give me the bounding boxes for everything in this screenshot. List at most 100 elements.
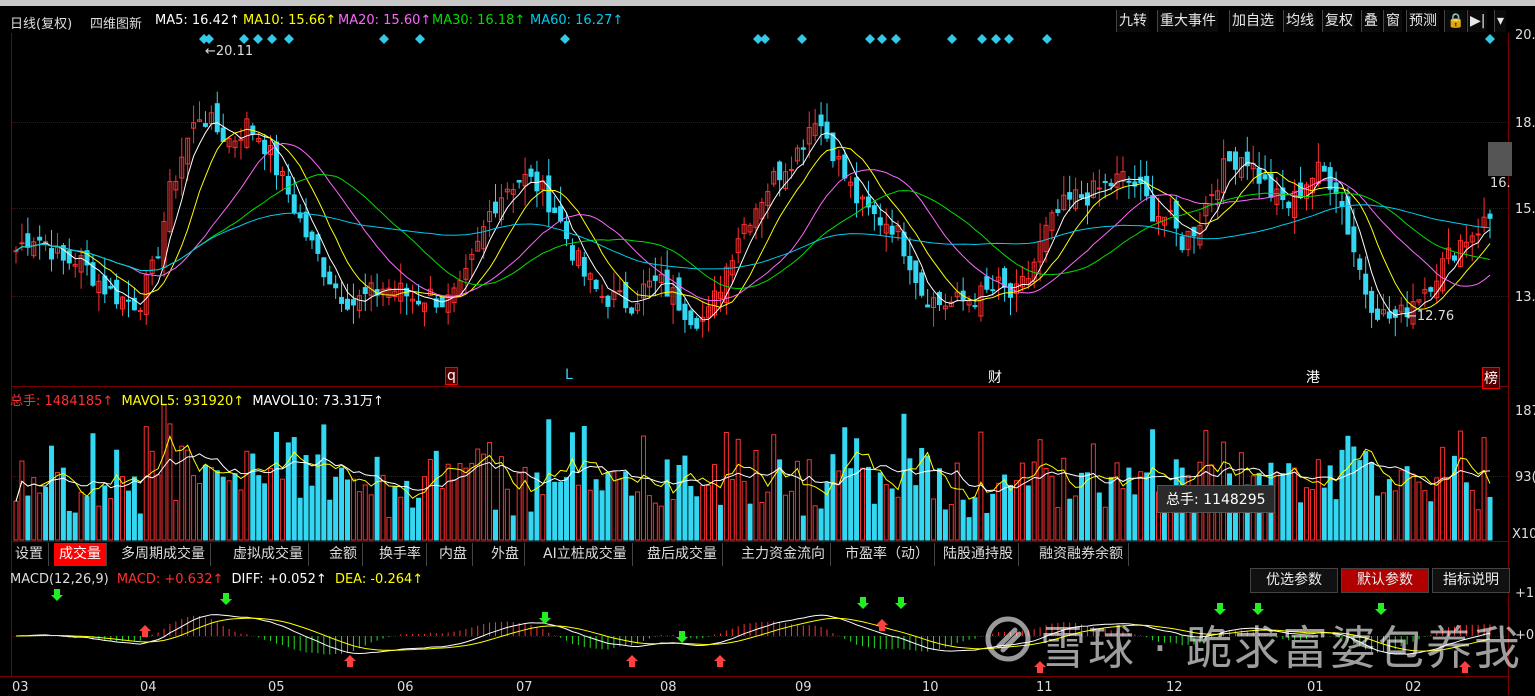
diff-value-label: DIFF: +0.052↑	[231, 572, 327, 587]
volume-bar	[611, 471, 617, 541]
candle-body	[871, 205, 877, 215]
candle-body	[516, 179, 522, 183]
tab-indicator[interactable]: 市盈率（动）	[840, 543, 935, 566]
volume-bar	[1463, 482, 1469, 541]
volume-bar	[848, 468, 854, 541]
volume-bar	[800, 515, 806, 541]
candle-body	[1102, 180, 1108, 184]
candle-body	[125, 299, 131, 302]
candle-body	[1327, 167, 1333, 190]
dea-value-label: DEA: -0.264↑	[334, 572, 424, 587]
volume-title: 总手: 1484185↑ MAVOL5: 931920↑ MAVOL10: 73…	[10, 390, 384, 409]
event-marker[interactable]: 财	[988, 367, 1002, 387]
candle-body	[990, 289, 996, 292]
volume-bar	[1114, 462, 1120, 541]
macd-axis-label: +1.	[1515, 586, 1535, 601]
sell-signal-arrow	[676, 631, 688, 643]
volume-bar	[1369, 462, 1375, 541]
volume-bar	[1333, 499, 1339, 541]
tab-indicator[interactable]: 内盘	[434, 543, 473, 566]
price-axis-label: 20.	[1515, 28, 1535, 43]
candle-body	[581, 257, 587, 277]
tab-indicator[interactable]: 陆股通持股	[938, 543, 1019, 566]
volume-bar	[694, 496, 700, 541]
volume-bar	[629, 495, 635, 541]
candle-body	[1351, 226, 1357, 253]
candle-body	[599, 295, 605, 298]
volume-bar	[208, 466, 214, 541]
tab-indicator[interactable]: 设置	[10, 543, 49, 566]
volume-bar	[457, 463, 463, 541]
volume-bar	[1037, 439, 1043, 541]
candle-body	[1386, 311, 1392, 319]
candle-body	[1227, 151, 1233, 162]
volume-bar	[445, 463, 451, 541]
x-axis-tick-label: 02	[1405, 680, 1422, 695]
tab-indicator[interactable]: 成交量	[54, 543, 107, 566]
sell-signal-arrow	[220, 593, 232, 605]
volume-bar	[1120, 488, 1126, 541]
indicator-help-button[interactable]: 指标说明	[1432, 568, 1510, 593]
buy-signal-arrow	[139, 625, 151, 637]
volume-bar	[315, 454, 321, 541]
volume-bar	[125, 490, 131, 541]
volume-bar	[788, 490, 794, 541]
volume-bar	[1096, 492, 1102, 541]
volume-bar	[942, 509, 948, 541]
sell-signal-arrow	[895, 597, 907, 609]
volume-bar	[676, 464, 682, 541]
tab-indicator[interactable]: 盘后成交量	[642, 543, 723, 566]
volume-bar	[765, 491, 771, 541]
volume-bar	[552, 481, 558, 541]
volume-bar	[1404, 466, 1410, 541]
volume-bar	[1132, 494, 1138, 541]
volume-bar	[1298, 502, 1304, 541]
volume-bar	[670, 498, 676, 541]
candle-body	[1475, 233, 1481, 236]
tab-indicator[interactable]: 融资融券余额	[1034, 543, 1129, 566]
event-marker[interactable]: 港	[1306, 367, 1320, 387]
tab-indicator[interactable]: 金额	[324, 543, 363, 566]
event-marker[interactable]: 榜	[1482, 367, 1500, 389]
volume-bar	[1339, 449, 1345, 541]
candle-body	[309, 231, 315, 241]
ma10-line	[15, 128, 1491, 310]
candle-body	[984, 276, 990, 290]
volume-bar	[155, 474, 161, 541]
volume-bar	[842, 427, 848, 541]
event-marker[interactable]: L	[565, 367, 573, 383]
volume-bar	[1440, 446, 1446, 541]
volume-bar	[232, 473, 238, 541]
volume-bar	[13, 500, 19, 541]
tab-indicator[interactable]: 主力资金流向	[736, 543, 831, 566]
tab-indicator[interactable]: 外盘	[486, 543, 525, 566]
x-axis-tick-label: 05	[268, 680, 285, 695]
candle-body	[345, 298, 351, 310]
candle-body	[262, 139, 268, 155]
optimal-params-button[interactable]: 优选参数	[1250, 568, 1338, 593]
default-params-button[interactable]: 默认参数	[1341, 568, 1429, 593]
volume-bar	[250, 453, 256, 541]
volume-bar	[889, 488, 895, 541]
event-marker[interactable]: q	[445, 367, 458, 385]
volume-bar	[368, 494, 374, 541]
volume-bar	[427, 459, 433, 541]
volume-bar	[948, 503, 954, 541]
tab-indicator[interactable]: 多周期成交量	[116, 543, 211, 566]
tab-indicator[interactable]: 换手率	[374, 543, 427, 566]
tab-indicator[interactable]: AI立桩成交量	[538, 543, 633, 566]
candle-body	[1321, 165, 1327, 172]
tab-indicator[interactable]: 虚拟成交量	[228, 543, 309, 566]
candle-body	[629, 307, 635, 314]
volume-bar	[262, 483, 268, 541]
signal-diamond	[379, 34, 389, 44]
volume-bar	[729, 479, 735, 541]
volume-bar	[108, 498, 114, 541]
volume-bar	[936, 468, 942, 541]
candle-body	[114, 279, 120, 305]
candle-body	[788, 168, 794, 171]
volume-bar	[558, 481, 564, 541]
candle-body	[13, 250, 19, 253]
volume-bar	[528, 511, 534, 541]
volume-bar	[1150, 429, 1156, 541]
